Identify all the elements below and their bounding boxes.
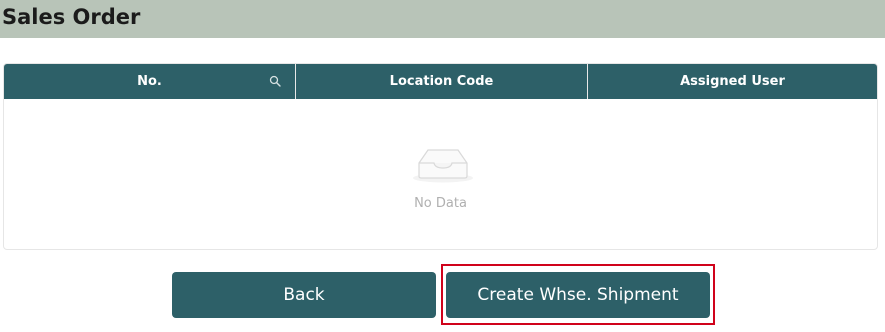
sales-order-table: No. Location Code Assigned User No Data [3, 63, 878, 250]
back-button[interactable]: Back [172, 272, 436, 318]
column-header-label: Location Code [389, 74, 494, 89]
empty-state-text: No Data [414, 196, 467, 211]
table-header: No. Location Code Assigned User [4, 64, 877, 99]
page-title: Sales Order [2, 5, 141, 29]
search-icon[interactable] [269, 75, 281, 87]
page-header: Sales Order [0, 0, 885, 38]
column-header-label: No. [137, 74, 162, 89]
highlight-box [441, 264, 715, 325]
column-header-assigned-user[interactable]: Assigned User [587, 64, 877, 99]
empty-state: No Data [4, 99, 877, 249]
sales-order-page: Sales Order No. Location Code Assigned U… [0, 0, 885, 332]
column-header-no[interactable]: No. [4, 64, 295, 99]
column-header-label: Assigned User [680, 74, 785, 89]
column-header-location-code[interactable]: Location Code [295, 64, 587, 99]
empty-inbox-icon [413, 149, 473, 183]
